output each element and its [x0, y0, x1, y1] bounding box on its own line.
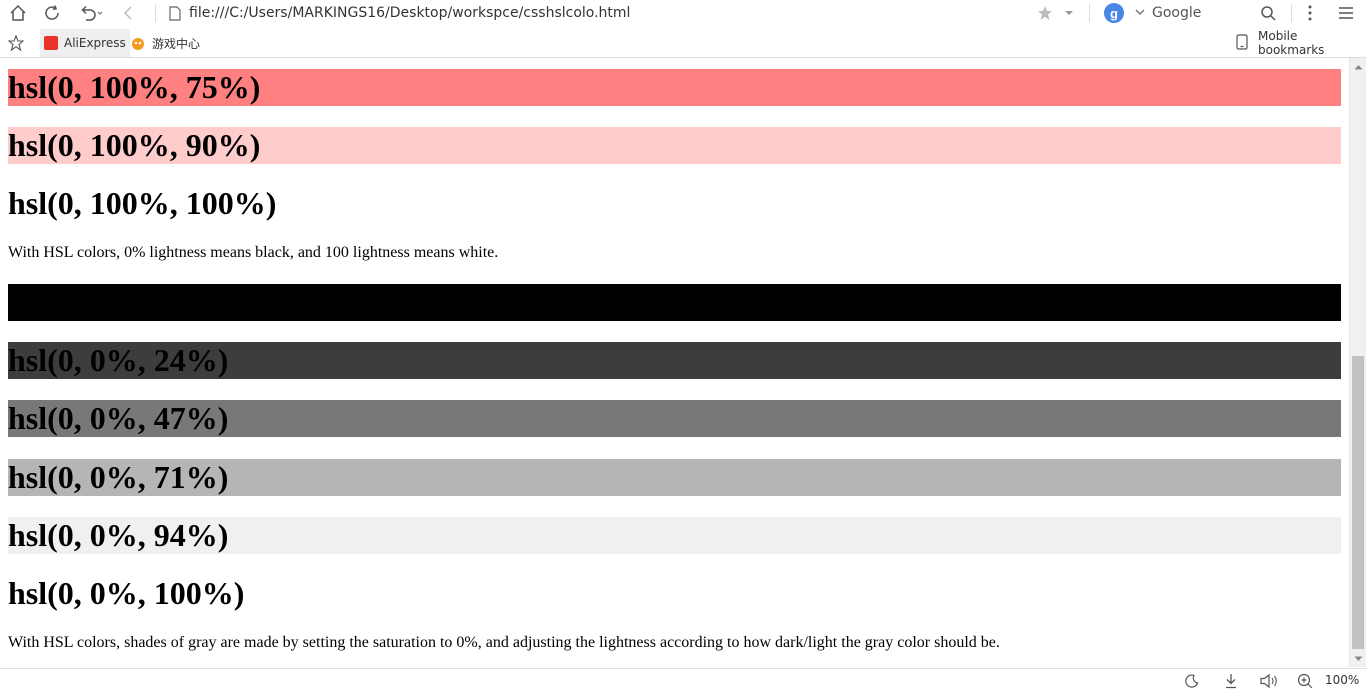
heading-hsl-0-0-94: hsl(0, 0%, 94%)	[8, 517, 1341, 554]
bookmark-aliexpress[interactable]: AliExpress	[40, 29, 130, 57]
reload-icon[interactable]	[42, 0, 62, 25]
browser-toolbar: file:///C:/Users/MARKINGS16/Desktop/work…	[0, 0, 1366, 27]
menu-icon[interactable]	[1336, 0, 1356, 25]
address-text[interactable]: file:///C:/Users/MARKINGS16/Desktop/work…	[189, 5, 630, 21]
search-box[interactable]: g Google	[1104, 2, 1201, 24]
heading-hsl-0-0-71: hsl(0, 0%, 71%)	[8, 459, 1341, 496]
bookmark-label: AliExpress	[64, 36, 126, 50]
download-icon[interactable]	[1222, 671, 1240, 691]
heading-hsl-0-100-100: hsl(0, 100%, 100%)	[8, 185, 1341, 222]
vertical-scrollbar[interactable]	[1349, 58, 1366, 667]
heading-hsl-0-0-47: hsl(0, 0%, 47%)	[8, 400, 1341, 437]
lightness-note: With HSL colors, 0% lightness means blac…	[8, 244, 499, 261]
bookmark-star-icon[interactable]	[8, 29, 24, 57]
address-bar[interactable]: file:///C:/Users/MARKINGS16/Desktop/work…	[155, 2, 1085, 24]
game-center-icon	[130, 35, 146, 51]
bookmark-game-center[interactable]: 游戏中心	[130, 29, 200, 57]
search-icon[interactable]	[1258, 0, 1278, 25]
heading-hsl-0-0-24: hsl(0, 0%, 24%)	[8, 342, 1341, 379]
scroll-down-icon[interactable]	[1350, 650, 1366, 667]
page-content: hsl(0, 100%, 75%) hsl(0, 100%, 90%) hsl(…	[0, 58, 1349, 667]
more-vertical-icon[interactable]	[1302, 0, 1318, 25]
back-icon[interactable]	[118, 0, 138, 25]
gray-note: With HSL colors, shades of gray are made…	[8, 634, 1000, 651]
search-engine-icon[interactable]: g	[1104, 3, 1124, 23]
volume-icon[interactable]	[1258, 671, 1280, 691]
bookmarks-bar: AliExpress 游戏中心 Mobile bookmarks	[0, 29, 1366, 58]
zoom-level[interactable]: 100%	[1325, 673, 1359, 687]
aliexpress-icon	[44, 36, 58, 50]
star-icon[interactable]	[1035, 0, 1055, 25]
mobile-icon	[1236, 33, 1248, 53]
mobile-bookmarks-label: Mobile bookmarks	[1258, 29, 1325, 57]
undo-icon[interactable]	[77, 0, 107, 25]
bookmark-label: 游戏中心	[152, 36, 201, 51]
night-mode-icon[interactable]	[1183, 671, 1201, 691]
toolbar-divider	[1291, 4, 1292, 22]
scroll-up-icon[interactable]	[1350, 58, 1366, 75]
heading-hsl-0-0-0: hsl(0, 0%, 0%)	[8, 284, 1341, 321]
mobile-bookmarks[interactable]: Mobile bookmarks	[1236, 29, 1366, 57]
scrollbar-thumb[interactable]	[1352, 356, 1364, 649]
home-icon[interactable]	[8, 0, 28, 25]
dropdown-icon[interactable]	[1061, 0, 1077, 25]
heading-hsl-0-100-75: hsl(0, 100%, 75%)	[8, 69, 1341, 106]
heading-hsl-0-0-100: hsl(0, 0%, 100%)	[8, 575, 1341, 612]
search-engine-label[interactable]: Google	[1152, 5, 1201, 21]
heading-hsl-0-100-90: hsl(0, 100%, 90%)	[8, 127, 1341, 164]
toolbar-divider	[1089, 4, 1090, 22]
chevron-down-icon[interactable]	[1134, 5, 1146, 24]
page-icon	[167, 5, 183, 21]
zoom-icon[interactable]	[1296, 671, 1314, 691]
status-bar: 100%	[0, 668, 1366, 693]
